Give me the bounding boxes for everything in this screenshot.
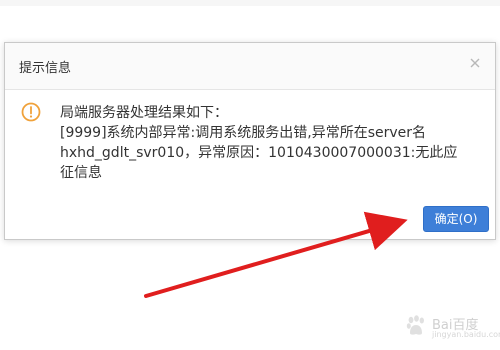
- warning-icon: [21, 102, 41, 122]
- message-dialog: 提示信息 局端服务器处理结果如下： [9999]系统内部异常:调用系统服务出错,…: [4, 42, 496, 240]
- message-line: 局端服务器处理结果如下：: [60, 105, 228, 121]
- dialog-title: 提示信息: [19, 61, 72, 76]
- watermark: Bai百度 jingyan.baidu.com: [404, 312, 500, 342]
- baidu-paw-icon: [406, 315, 424, 335]
- dialog-header: 提示信息: [5, 43, 495, 90]
- close-icon[interactable]: [469, 57, 481, 69]
- watermark-url: jingyan.baidu.com: [432, 330, 500, 339]
- dialog-message: 局端服务器处理结果如下： [9999]系统内部异常:调用系统服务出错,异常所在s…: [60, 103, 480, 183]
- ok-button[interactable]: 确定(O): [423, 206, 489, 232]
- page-backdrop: [0, 0, 500, 6]
- message-line: hxhd_gdlt_svr010，异常原因：1010430007000031:无…: [60, 145, 458, 161]
- message-line: 征信息: [60, 165, 102, 181]
- message-line: [9999]系统内部异常:调用系统服务出错,异常所在server名: [60, 125, 427, 141]
